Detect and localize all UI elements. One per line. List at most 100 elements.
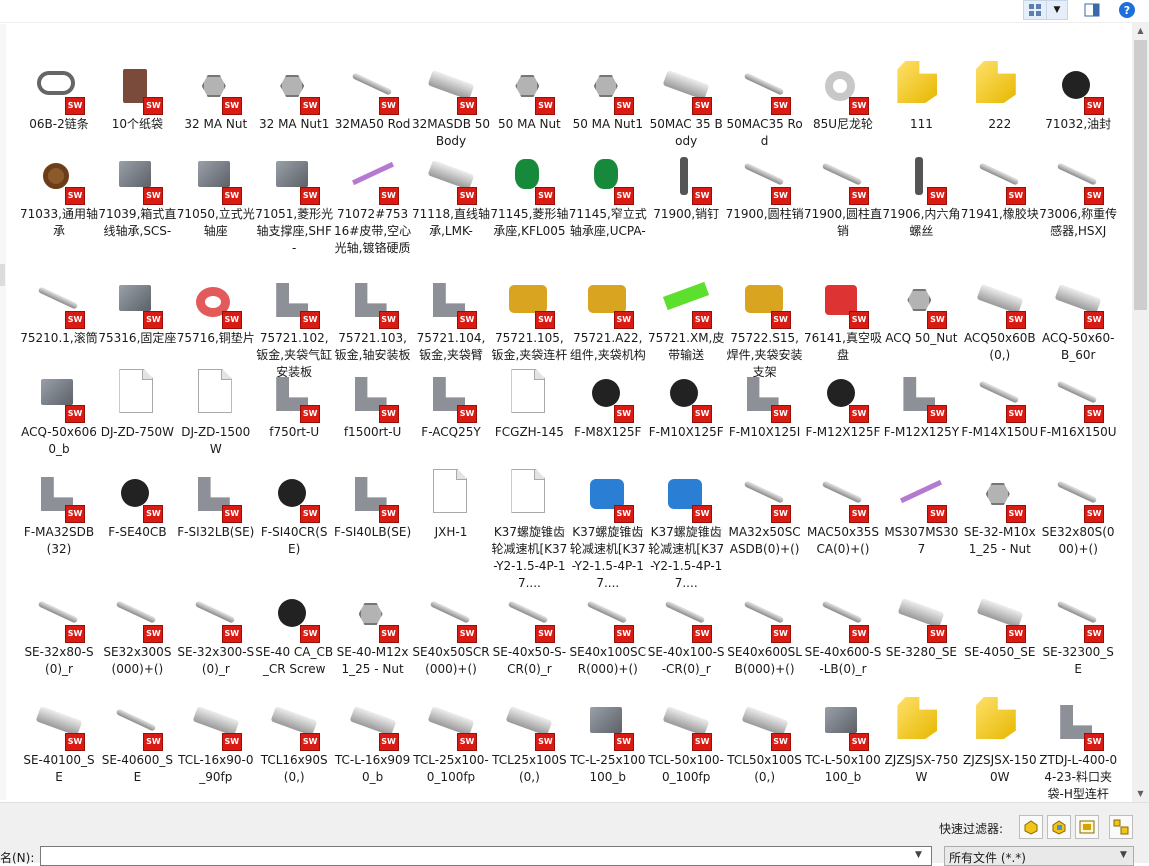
- file-item[interactable]: SW 71145,窄立式轴承座,UCPA-: [569, 151, 647, 240]
- file-item[interactable]: DJ-ZD-750W: [98, 369, 176, 441]
- file-item[interactable]: SW SE-32-M10x1_25 - Nut: [961, 469, 1039, 558]
- file-item[interactable]: SW 71072#75316#皮带,空心光轴,镀铬硬质: [334, 151, 412, 257]
- file-item[interactable]: SW TC-L-16x9090_b: [334, 697, 412, 786]
- file-item[interactable]: SW 75722.S15,焊件,夹袋安装支架: [726, 275, 804, 381]
- file-item[interactable]: SW 50MAC 35 Body: [647, 61, 725, 150]
- file-item[interactable]: SW 32MA50 Rod: [334, 61, 412, 133]
- help-icon[interactable]: ?: [1117, 0, 1137, 20]
- file-item[interactable]: SW 71118,直线轴承,LMK-: [412, 151, 490, 240]
- file-item[interactable]: SW F-M8X125F: [569, 369, 647, 441]
- file-item[interactable]: SW SE-32x300-S(0)_r: [177, 589, 255, 678]
- file-item[interactable]: SW 73006,称重传感器,HSXJ: [1039, 151, 1117, 240]
- file-item[interactable]: SW F-M10X125I: [726, 369, 804, 441]
- file-item[interactable]: SW 32 MA Nut1: [255, 61, 333, 133]
- file-item[interactable]: SW 75721.105,钣金,夹袋连杆: [490, 275, 568, 364]
- file-item[interactable]: SW 76141,真空吸盘: [804, 275, 882, 364]
- file-item[interactable]: SW MS307MS307: [882, 469, 960, 558]
- file-item[interactable]: SW f750rt-U: [255, 369, 333, 441]
- file-item[interactable]: SW TCL16x90S(0,): [255, 697, 333, 786]
- file-item[interactable]: SW F-M12X125F: [804, 369, 882, 441]
- file-item[interactable]: SW ACQ50x60B(0,): [961, 275, 1039, 364]
- file-item[interactable]: SW F-M12X125Y: [882, 369, 960, 441]
- file-item[interactable]: DJ-ZD-1500W: [177, 369, 255, 458]
- file-item[interactable]: SW F-SE40CB: [98, 469, 176, 541]
- file-item[interactable]: SW 75316,固定座: [98, 275, 176, 347]
- file-item[interactable]: JXH-1: [412, 469, 490, 541]
- file-item[interactable]: SW F-ACQ25Y: [412, 369, 490, 441]
- file-item[interactable]: SW 50 MA Nut1: [569, 61, 647, 133]
- file-item[interactable]: SW 71051,菱形光轴支撑座,SHF-: [255, 151, 333, 257]
- file-item[interactable]: SW TC-L-25x100100_b: [569, 697, 647, 786]
- file-item[interactable]: SW F-M14X150U: [961, 369, 1039, 441]
- file-item[interactable]: SW SE-32x80-S(0)_r: [20, 589, 98, 678]
- file-item[interactable]: SW 10个纸袋: [98, 61, 176, 133]
- file-item[interactable]: SW 71145,菱形轴承座,KFL005: [490, 151, 568, 240]
- file-item[interactable]: SW SE40x50SCR(000)+(): [412, 589, 490, 678]
- file-item[interactable]: SW 71906,内六角螺丝: [882, 151, 960, 240]
- file-item[interactable]: SW TCL-16x90-0_90fp: [177, 697, 255, 786]
- file-item[interactable]: SW 71039,箱式直线轴承,SCS-: [98, 151, 176, 240]
- file-item[interactable]: SW 75210.1,滚筒: [20, 275, 98, 347]
- file-item[interactable]: SW ACQ 50_Nut: [882, 275, 960, 347]
- file-item[interactable]: SW TCL50x100S(0,): [726, 697, 804, 786]
- file-item[interactable]: SW TC-L-50x100100_b: [804, 697, 882, 786]
- vertical-scrollbar[interactable]: ▲ ▼: [1132, 22, 1149, 802]
- file-item[interactable]: ZJZSJSX-750W: [882, 697, 960, 786]
- scroll-up-icon[interactable]: ▲: [1132, 22, 1149, 39]
- filter-parts-button[interactable]: [1019, 815, 1043, 839]
- scroll-down-icon[interactable]: ▼: [1132, 785, 1149, 802]
- file-item[interactable]: SW SE-32300_SE: [1039, 589, 1117, 678]
- file-item[interactable]: SW 71900,圆柱直销: [804, 151, 882, 240]
- file-item[interactable]: SW F-SI40LB(SE): [334, 469, 412, 541]
- file-item[interactable]: SW F-SI32LB(SE): [177, 469, 255, 541]
- file-item[interactable]: SW 75721.A22,组件,夹袋机构: [569, 275, 647, 364]
- file-item[interactable]: SW ZTDJ-L-400-04-23-料口夹袋-H型连杆: [1039, 697, 1117, 802]
- file-item[interactable]: SW SE-40-M12x1_25 - Nut: [334, 589, 412, 678]
- file-item[interactable]: SW 50 MA Nut: [490, 61, 568, 133]
- file-item[interactable]: SW 75721.102,钣金,夹袋气缸安装板: [255, 275, 333, 381]
- file-item[interactable]: SW SE32x300S(000)+(): [98, 589, 176, 678]
- file-item[interactable]: SW SE-40x600-S-LB(0)_r: [804, 589, 882, 678]
- file-item[interactable]: SW 71033,通用轴承: [20, 151, 98, 240]
- file-item[interactable]: SW SE-40x50-S-CR(0)_r: [490, 589, 568, 678]
- file-item[interactable]: SW TCL-25x100-0_100fp: [412, 697, 490, 786]
- file-item[interactable]: SW 71900,圆柱销: [726, 151, 804, 223]
- file-item[interactable]: SW F-M10X125F: [647, 369, 725, 441]
- file-item[interactable]: SW K37螺旋锥齿轮减速机[K37-Y2-1.5-4P-17....: [569, 469, 647, 592]
- file-type-select[interactable]: 所有文件 (*.*): [944, 846, 1134, 866]
- file-item[interactable]: FCGZH-145: [490, 369, 568, 441]
- file-item[interactable]: SW 71050,立式光轴座: [177, 151, 255, 240]
- file-item[interactable]: SW 71032,油封: [1039, 61, 1117, 133]
- file-item[interactable]: SW SE-3280_SE: [882, 589, 960, 661]
- file-item[interactable]: SW TCL-50x100-0_100fp: [647, 697, 725, 786]
- filter-top-level-assemblies-button[interactable]: [1109, 815, 1133, 839]
- file-item[interactable]: SW SE-40600_SE: [98, 697, 176, 786]
- file-item[interactable]: SW ACQ-50x6060_b: [20, 369, 98, 458]
- file-item[interactable]: 111: [882, 61, 960, 133]
- file-item[interactable]: SW 06B-2链条: [20, 61, 98, 133]
- file-item[interactable]: SW ACQ-50x60-B_60r: [1039, 275, 1117, 364]
- file-item[interactable]: SW 85U尼龙轮: [804, 61, 882, 133]
- chevron-down-icon[interactable]: ▼: [915, 850, 922, 860]
- file-item[interactable]: SW SE-40x100-S-CR(0)_r: [647, 589, 725, 678]
- file-item[interactable]: SW 50MAC35 Rod: [726, 61, 804, 150]
- file-item[interactable]: SW SE-40 CA_CB_CR Screw: [255, 589, 333, 678]
- file-item[interactable]: SW SE40x600SLB(000)+(): [726, 589, 804, 678]
- large-icons-view-icon[interactable]: [1023, 0, 1047, 20]
- file-item[interactable]: SW F-MA32SDB (32): [20, 469, 98, 558]
- preview-pane-icon[interactable]: [1080, 0, 1104, 20]
- file-item[interactable]: SW 32 MA Nut: [177, 61, 255, 133]
- file-item[interactable]: SW F-M16X150U: [1039, 369, 1117, 441]
- file-item[interactable]: SW 75721.XM,皮带输送: [647, 275, 725, 364]
- file-item[interactable]: SW SE-40100_SE: [20, 697, 98, 786]
- file-item[interactable]: SW f1500rt-U: [334, 369, 412, 441]
- file-item[interactable]: K37螺旋锥齿轮减速机[K37-Y2-1.5-4P-17....: [490, 469, 568, 592]
- scrollbar-thumb[interactable]: [1134, 40, 1147, 310]
- chevron-down-icon[interactable]: ▼: [1120, 850, 1127, 860]
- file-item[interactable]: SW MAC50x35SCA(0)+(): [804, 469, 882, 558]
- file-item[interactable]: SW TCL25x100S(0,): [490, 697, 568, 786]
- file-item[interactable]: SW MA32x50SCASDB(0)+(): [726, 469, 804, 558]
- filter-drawings-button[interactable]: [1075, 815, 1099, 839]
- file-item[interactable]: SW 75721.103,钣金,轴安装板: [334, 275, 412, 364]
- chevron-down-icon[interactable]: ▼: [1047, 0, 1068, 20]
